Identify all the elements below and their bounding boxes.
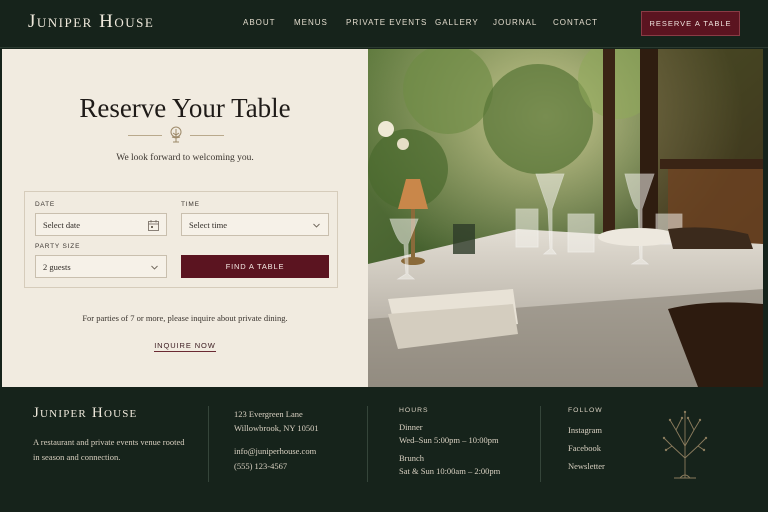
tree-emblem-icon bbox=[662, 410, 708, 479]
footer-phone-link[interactable]: (555) 123-4567 bbox=[234, 461, 287, 471]
reserve-table-button[interactable]: RESERVE A TABLE bbox=[641, 11, 740, 36]
party-size-select[interactable]: 2 guests bbox=[35, 255, 167, 278]
party-size-label: PARTY SIZE bbox=[35, 243, 81, 250]
time-select[interactable]: Select time bbox=[181, 213, 329, 236]
brunch-hours: Sat & Sun 10:00am – 2:00pm bbox=[399, 466, 501, 476]
party-size-value: 2 guests bbox=[43, 261, 71, 272]
date-field[interactable]: Select date bbox=[35, 213, 167, 236]
calendar-icon bbox=[148, 220, 159, 231]
nav-private-events[interactable]: PRIVATE EVENTS bbox=[346, 18, 427, 27]
time-value: Select time bbox=[189, 219, 228, 230]
social-instagram-link[interactable]: Instagram bbox=[568, 425, 602, 435]
date-label: DATE bbox=[35, 201, 56, 208]
dining-room-photo bbox=[368, 49, 763, 387]
nav-contact[interactable]: CONTACT bbox=[553, 18, 598, 27]
tree-ornament-icon bbox=[170, 126, 182, 143]
chevron-down-icon bbox=[313, 223, 320, 228]
address-line-2: Willowbrook, NY 10501 bbox=[234, 423, 319, 433]
brand-logo[interactable]: Juniper House bbox=[28, 11, 154, 33]
dinner-hours: Wed–Sun 5:00pm – 10:00pm bbox=[399, 435, 499, 445]
reservation-form: DATE Select date TIME Select time PARTY … bbox=[24, 191, 338, 288]
footer-brand: Juniper House bbox=[33, 405, 138, 421]
site-header: Juniper House ABOUT MENUS PRIVATE EVENTS… bbox=[0, 0, 768, 48]
address-line-1: 123 Evergreen Lane bbox=[234, 409, 303, 419]
footer-divider bbox=[367, 406, 368, 482]
inquire-wrapper: INQUIRE NOW bbox=[2, 333, 368, 352]
nav-gallery[interactable]: GALLERY bbox=[435, 18, 479, 27]
nav-journal[interactable]: JOURNAL bbox=[493, 18, 537, 27]
follow-heading: FOLLOW bbox=[568, 407, 603, 414]
inquire-now-link[interactable]: INQUIRE NOW bbox=[154, 341, 216, 352]
reservation-title: Reserve Your Table bbox=[79, 93, 291, 123]
title-ornament bbox=[128, 126, 224, 146]
brunch-label: Brunch bbox=[399, 453, 425, 463]
nav-about[interactable]: ABOUT bbox=[243, 18, 276, 27]
social-newsletter-link[interactable]: Newsletter bbox=[568, 461, 605, 471]
dinner-label: Dinner bbox=[399, 422, 423, 432]
date-value: Select date bbox=[43, 219, 81, 230]
footer-divider bbox=[208, 406, 209, 482]
time-label: TIME bbox=[181, 201, 200, 208]
find-table-button[interactable]: FIND A TABLE bbox=[181, 255, 329, 278]
footer-tagline: A restaurant and private events venue ro… bbox=[33, 437, 185, 462]
hours-heading: HOURS bbox=[399, 407, 429, 414]
footer-divider bbox=[540, 406, 541, 482]
nav-menus[interactable]: MENUS bbox=[294, 18, 328, 27]
chevron-down-icon bbox=[151, 265, 158, 270]
social-facebook-link[interactable]: Facebook bbox=[568, 443, 601, 453]
footer-email-link[interactable]: info@juniperhouse.com bbox=[234, 446, 316, 456]
reservation-panel: Reserve Your Table We look forward to we… bbox=[2, 49, 368, 387]
large-party-note: For parties of 7 or more, please inquire… bbox=[82, 313, 288, 323]
site-footer: Juniper House A restaurant and private e… bbox=[2, 388, 763, 507]
reservation-subtitle: We look forward to welcoming you. bbox=[116, 153, 254, 163]
